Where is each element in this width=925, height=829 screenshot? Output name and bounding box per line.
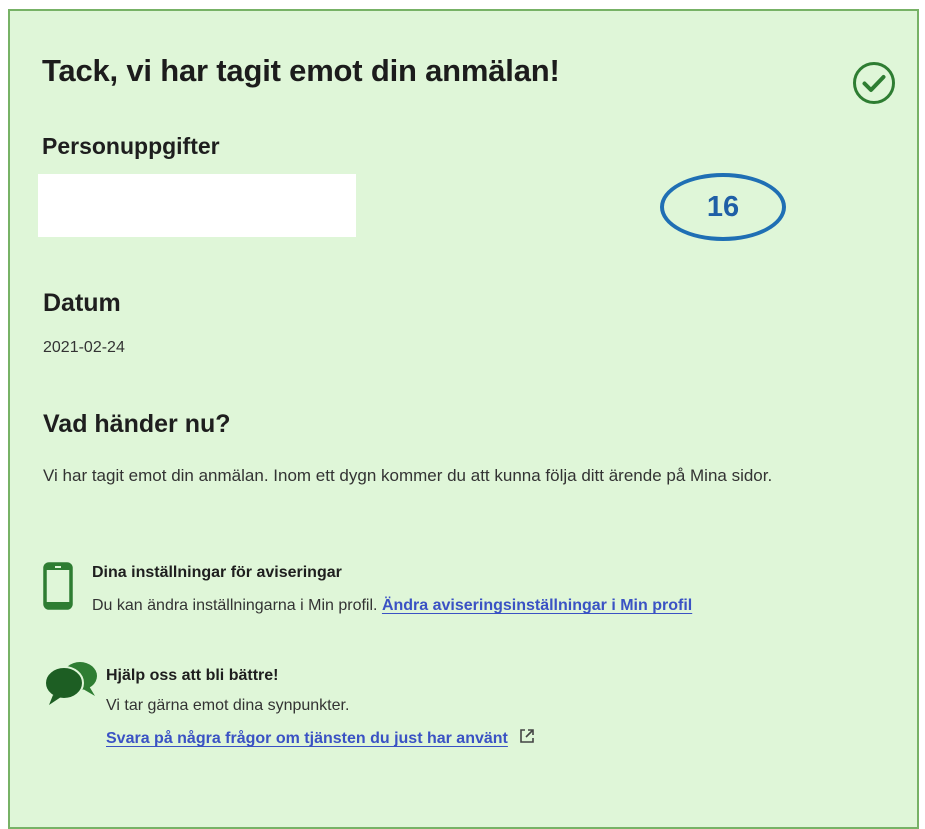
feedback-link-row: Svara på några frågor om tjänsten du jus… (106, 728, 535, 748)
what-happens-heading: Vad händer nu? (43, 410, 231, 438)
notifications-text: Du kan ändra inställningarna i Min profi… (92, 597, 378, 614)
speech-bubbles-icon (44, 662, 97, 705)
external-link-icon[interactable] (519, 728, 535, 744)
date-value: 2021-02-24 (43, 339, 125, 356)
notifications-text-row: Du kan ändra inställningarna i Min profi… (92, 597, 692, 615)
what-happens-text: Vi har tagit emot din anmälan. Inom ett … (43, 466, 773, 485)
notifications-title: Dina inställningar för aviseringar (92, 564, 342, 581)
annotation-badge: 16 (660, 173, 786, 241)
change-notifications-link[interactable]: Ändra aviseringsinställningar i Min prof… (382, 597, 692, 614)
redacted-personal-info (38, 174, 356, 237)
feedback-title: Hjälp oss att bli bättre! (106, 667, 279, 684)
feedback-text: Vi tar gärna emot dina synpunkter. (106, 697, 350, 714)
phone-icon (43, 562, 73, 610)
page-title: Tack, vi har tagit emot din anmälan! (42, 53, 560, 88)
check-circle-icon (853, 62, 895, 104)
confirmation-card: Tack, vi har tagit emot din anmälan! Per… (8, 9, 919, 829)
feedback-survey-link[interactable]: Svara på några frågor om tjänsten du jus… (106, 730, 508, 747)
date-heading: Datum (43, 289, 121, 317)
personal-info-heading: Personuppgifter (42, 133, 220, 159)
